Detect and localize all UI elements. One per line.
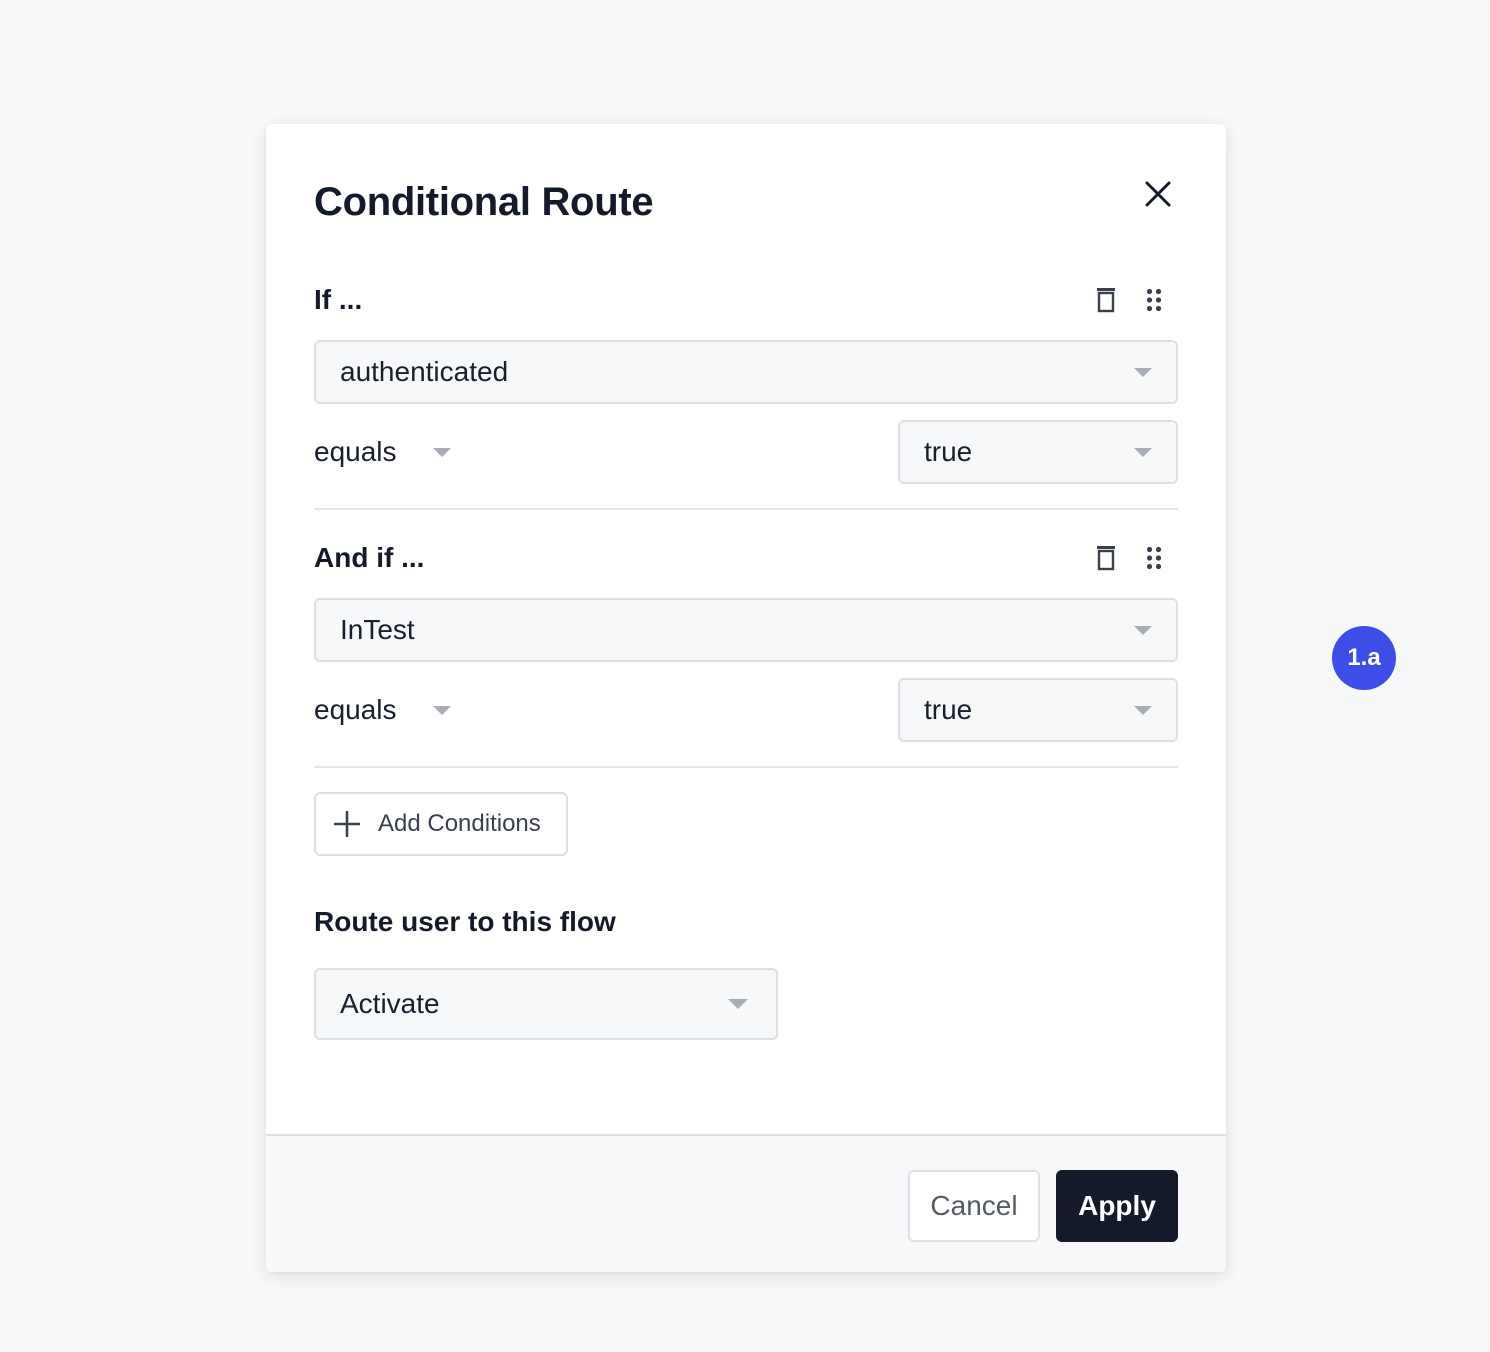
condition-1-value-select[interactable]: true <box>898 420 1178 484</box>
condition-1-title: If ... <box>314 284 363 315</box>
condition-2-attribute-select[interactable]: InTest <box>314 598 1178 662</box>
chevron-down-icon <box>1134 367 1152 377</box>
drag-handle-icon <box>1146 288 1162 312</box>
chevron-down-icon <box>1134 705 1152 715</box>
cancel-button[interactable]: Cancel <box>908 1170 1040 1242</box>
add-conditions-button[interactable]: Add Conditions <box>314 792 568 856</box>
condition-1-attribute-value: authenticated <box>340 356 509 387</box>
conditional-route-modal: Conditional Route If ... authenticated e… <box>266 124 1226 1272</box>
chevron-down-icon <box>432 447 451 457</box>
trash-icon <box>1097 288 1115 313</box>
add-conditions-label: Add Conditions <box>378 810 541 837</box>
condition-2-operator-select[interactable]: equals <box>314 678 451 742</box>
condition-1-value-text: true <box>924 436 973 467</box>
step-badge: 1.a <box>1332 626 1396 690</box>
condition-2-value-text: true <box>924 694 973 725</box>
route-flow-label: Route user to this flow <box>314 906 616 937</box>
condition-divider <box>314 508 1178 510</box>
drag-handle-icon <box>1146 546 1162 570</box>
condition-2-operator-value: equals <box>314 694 397 725</box>
condition-1-header: If ... <box>314 280 1178 320</box>
trash-icon <box>1097 546 1115 571</box>
route-flow-value: Activate <box>340 988 440 1019</box>
condition-1-attribute-select[interactable]: authenticated <box>314 340 1178 404</box>
chevron-down-icon <box>1134 447 1152 457</box>
delete-condition-1-button[interactable] <box>1094 286 1118 314</box>
chevron-down-icon <box>1134 625 1152 635</box>
drag-handle-condition-1[interactable] <box>1142 286 1166 314</box>
modal-footer: Cancel Apply <box>266 1134 1226 1272</box>
condition-2-attribute-value: InTest <box>340 614 415 645</box>
drag-handle-condition-2[interactable] <box>1142 544 1166 572</box>
condition-2-title: And if ... <box>314 542 425 573</box>
chevron-down-icon <box>728 999 748 1009</box>
modal-title: Conditional Route <box>314 180 654 224</box>
delete-condition-2-button[interactable] <box>1094 544 1118 572</box>
apply-button[interactable]: Apply <box>1056 1170 1178 1242</box>
condition-1-operator-value: equals <box>314 436 397 467</box>
chevron-down-icon <box>432 705 451 715</box>
condition-divider <box>314 766 1178 768</box>
close-icon <box>1145 181 1171 207</box>
plus-icon <box>334 811 360 837</box>
route-flow-select[interactable]: Activate <box>314 968 778 1040</box>
condition-2-value-select[interactable]: true <box>898 678 1178 742</box>
condition-2-header: And if ... <box>314 538 1178 578</box>
condition-1-operator-select[interactable]: equals <box>314 420 451 484</box>
close-button[interactable] <box>1138 174 1178 214</box>
